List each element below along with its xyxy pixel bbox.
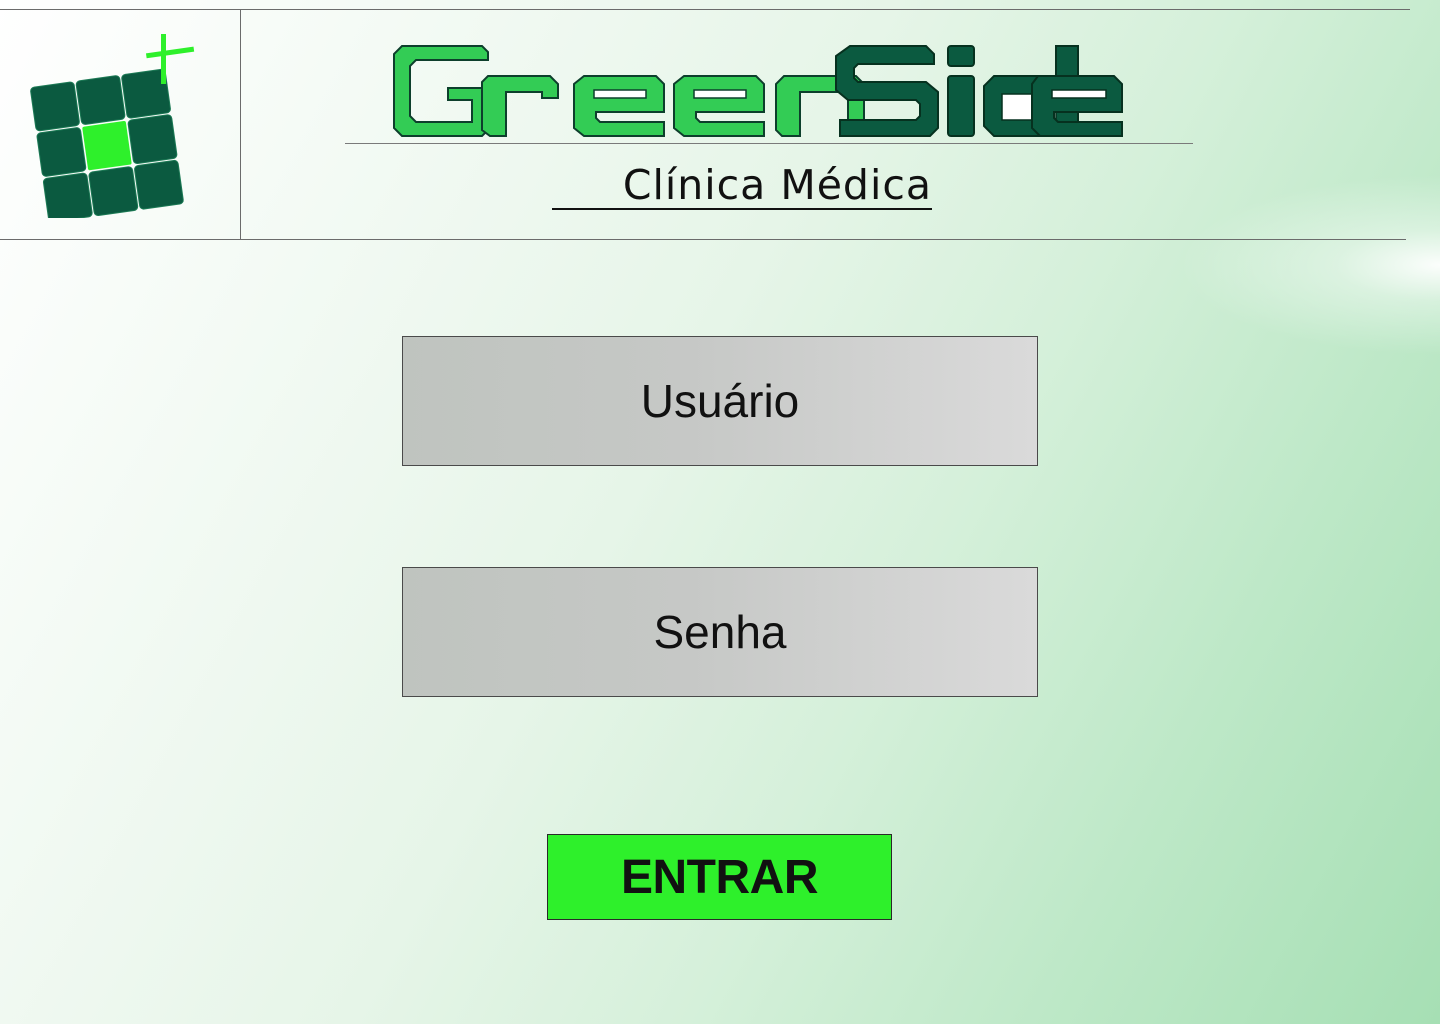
header-bottom-divider	[0, 239, 1406, 240]
header-vertical-divider	[240, 9, 241, 240]
brand-letter-g	[393, 45, 489, 137]
brand-letter-r1	[481, 75, 559, 137]
password-input[interactable]	[403, 568, 1037, 696]
subtitle-underline	[552, 208, 932, 210]
brand-letter-e1	[573, 75, 665, 137]
brand-letter-s	[835, 45, 939, 137]
username-field-box[interactable]	[402, 336, 1038, 466]
grid-plus-logo-icon	[28, 28, 208, 223]
brand-underline	[345, 143, 1193, 144]
enter-button[interactable]: ENTRAR	[547, 834, 892, 920]
header: Clínica Médica	[0, 0, 1440, 241]
brand-wordmark	[388, 38, 1128, 142]
username-input[interactable]	[403, 337, 1037, 465]
brand-letter-e3	[1031, 75, 1123, 137]
header-top-divider	[0, 9, 1410, 10]
clinic-subtitle: Clínica Médica	[622, 161, 932, 209]
brand-letter-e2	[673, 75, 765, 137]
brand-letter-i	[947, 45, 975, 137]
password-field-box[interactable]	[402, 567, 1038, 697]
